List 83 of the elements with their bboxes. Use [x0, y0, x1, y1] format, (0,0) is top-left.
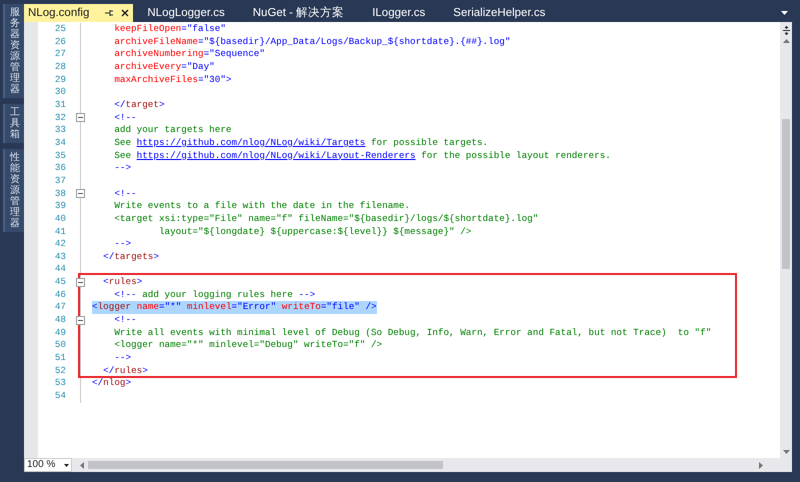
- code-line: archiveEvery="Day": [113, 60, 215, 74]
- code-line: layout="${longdate} ${uppercase:${level}} ${message}" />: [158, 226, 472, 238]
- line-number: 41: [54, 226, 66, 238]
- editor-tab[interactable]: ILogger.cs: [358, 4, 440, 22]
- vertical-scrollbar[interactable]: [780, 22, 792, 458]
- code-line: archiveFileName="${basedir}/App_Data/Logs/Backup_${shortdate}.{##}.log": [113, 36, 510, 48]
- line-number: 26: [54, 36, 66, 48]
- code-line: -->: [113, 162, 132, 175]
- line-number: 45: [54, 276, 66, 289]
- zoom-dropdown[interactable]: 100 %: [24, 458, 72, 472]
- line-number: 34: [54, 136, 66, 150]
- split-handle-icon[interactable]: [782, 26, 790, 35]
- line-number: 51: [54, 352, 66, 365]
- scroll-thumb[interactable]: [88, 461, 443, 469]
- code-line: keepFileOpen="false": [113, 23, 226, 36]
- side-panel-tab[interactable]: 性能资源管理器: [3, 149, 25, 232]
- line-number: 42: [54, 238, 66, 251]
- line-number: 53: [54, 377, 66, 390]
- line-number: 32: [54, 112, 66, 124]
- line-number: 35: [54, 150, 66, 162]
- line-number: 25: [54, 23, 66, 36]
- collapse-icon[interactable]: [76, 316, 85, 325]
- code-line: See https://github.com/nlog/NLog/wiki/Targets for possible targets.: [113, 136, 488, 150]
- close-icon[interactable]: [121, 9, 130, 17]
- code-line: <target xsi:type="File" name="f" fileName="${basedir}/logs/${shortdate}.log": [113, 212, 538, 226]
- code-line: <!--: [113, 314, 137, 327]
- code-line: </targets>: [102, 250, 159, 264]
- code-line: </rules>: [102, 364, 148, 378]
- code-line: <!--: [113, 188, 137, 200]
- collapse-icon[interactable]: [76, 189, 85, 198]
- line-number: 43: [54, 250, 66, 264]
- line-number: 44: [54, 263, 66, 276]
- line-number: 31: [54, 98, 66, 112]
- code-line: -->: [113, 352, 132, 365]
- code-line: Write events to a file with the date in the filename.: [113, 200, 410, 213]
- code-line: maxArchiveFiles="30">: [113, 74, 232, 86]
- line-number: 47: [54, 301, 66, 314]
- code-line: <!--: [113, 112, 137, 124]
- side-panel-tab[interactable]: 服务器资源管理器: [3, 4, 25, 98]
- link[interactable]: https://github.com/nlog/NLog/wiki/Targets: [136, 136, 366, 148]
- line-number: 54: [54, 390, 66, 403]
- editor-tab[interactable]: NLogLogger.cs: [133, 4, 239, 22]
- scroll-up-icon[interactable]: [782, 39, 790, 43]
- line-number: 48: [54, 314, 66, 327]
- caret-icon: [64, 464, 69, 466]
- code-line: Write all events with minimal level of Debug (So Debug, Info, Warn, Error and Fatal, but not Trace) to "f": [113, 326, 712, 340]
- line-number: 52: [54, 364, 66, 378]
- code-line: archiveNumbering="Sequence": [113, 48, 265, 61]
- line-number: 37: [54, 174, 66, 188]
- collapse-icon[interactable]: [76, 113, 85, 122]
- editor-tab[interactable]: NLog.config: [24, 4, 134, 22]
- code-line: <logger name="*" minlevel="Debug" writeTo="f" />: [113, 339, 382, 352]
- side-panel-tab[interactable]: 工具箱: [3, 104, 25, 143]
- code-line: <rules>: [102, 276, 142, 289]
- editor-tab[interactable]: SerializeHelper.cs: [439, 4, 560, 22]
- line-number: 27: [54, 48, 66, 61]
- pin-icon[interactable]: [105, 9, 114, 17]
- line-number: 29: [54, 74, 66, 86]
- code-line: </nlog>: [92, 377, 132, 390]
- zoom-value: 100 %: [27, 459, 56, 471]
- line-number: 49: [54, 326, 66, 340]
- line-number: 28: [54, 60, 66, 74]
- code-line: -->: [113, 238, 132, 251]
- line-number: 38: [54, 188, 66, 200]
- dropdown-icon[interactable]: [781, 11, 788, 15]
- scroll-right-icon[interactable]: [759, 462, 763, 468]
- line-number: 40: [54, 212, 66, 226]
- line-number: 30: [54, 86, 66, 99]
- line-number: 33: [54, 124, 66, 137]
- scroll-down-icon[interactable]: [782, 450, 790, 454]
- line-number: 46: [54, 288, 66, 302]
- scroll-thumb[interactable]: [782, 119, 790, 269]
- code-line: add your targets here: [113, 124, 232, 137]
- line-number: 39: [54, 200, 66, 213]
- link[interactable]: https://github.com/nlog/NLog/wiki/Layout-Renderers: [136, 150, 416, 161]
- scroll-left-icon[interactable]: [80, 462, 84, 468]
- code-line: <!-- add your logging rules here -->: [113, 288, 316, 302]
- line-number: 50: [54, 339, 66, 352]
- editor-tab[interactable]: NuGet - 解决方案: [238, 4, 358, 22]
- collapse-icon[interactable]: [76, 278, 85, 287]
- code-line: </target>: [113, 98, 165, 112]
- code-line: See https://github.com/nlog/NLog/wiki/Layout-Renderers for the possible layout renderers.: [113, 150, 611, 162]
- line-number: 36: [54, 162, 66, 175]
